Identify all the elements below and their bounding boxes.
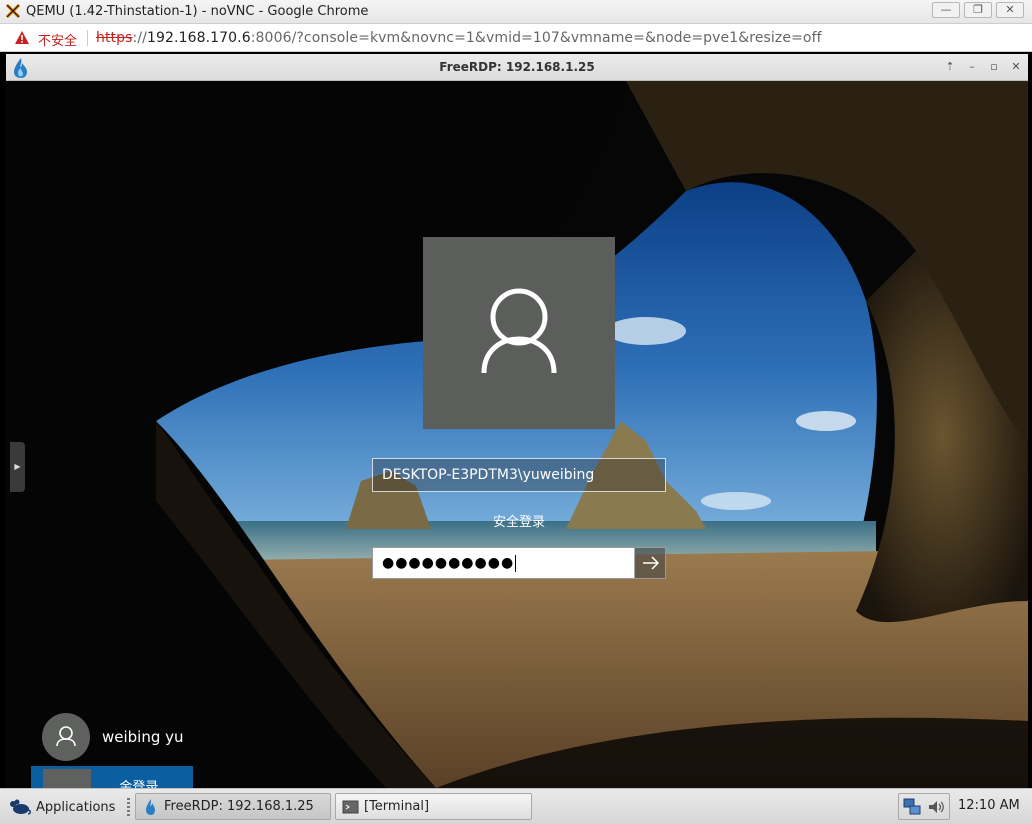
- username-display: DESKTOP-E3PDTM3\yuweibing: [372, 458, 666, 492]
- clock[interactable]: 12:10 AM: [958, 798, 1020, 813]
- password-input[interactable]: ●●●●●●●●●●: [373, 548, 634, 578]
- rdp-maximize-button[interactable]: ▫: [984, 58, 1004, 76]
- not-secure-label[interactable]: 不安全: [38, 30, 77, 49]
- user-avatar-small: [42, 713, 90, 761]
- sidebar-toggle[interactable]: ▶: [10, 442, 25, 492]
- freerdp-logo-icon: [146, 798, 155, 815]
- submit-button[interactable]: [634, 548, 665, 578]
- url-text[interactable]: https://192.168.170.6:8006/?console=kvm&…: [96, 30, 822, 46]
- user-avatar-large: [423, 237, 615, 429]
- browser-window-title: QEMU (1.42-Thinstation-1) - noVNC - Goog…: [26, 4, 369, 19]
- applications-menu-button[interactable]: Applications: [8, 795, 115, 819]
- text-caret: [515, 554, 517, 572]
- rdp-shade-button[interactable]: ⇡: [940, 58, 960, 76]
- address-divider: [87, 30, 88, 46]
- taskbar-item-label: FreeRDP: 192.168.1.25: [164, 799, 314, 814]
- applications-label: Applications: [36, 799, 116, 815]
- system-tray: [898, 793, 950, 820]
- x-window-icon: [6, 4, 20, 18]
- password-mask: ●●●●●●●●●●: [382, 555, 515, 571]
- user-icon: [481, 288, 557, 374]
- secure-sign-in-label: 安全登录: [492, 515, 545, 530]
- arrow-right-icon: [643, 556, 660, 570]
- url-scheme-separator: ://: [132, 30, 147, 46]
- rdp-minimize-button[interactable]: –: [962, 58, 982, 76]
- user-avatar-small: [43, 769, 91, 788]
- close-button[interactable]: ✕: [996, 2, 1024, 18]
- address-bar[interactable]: 不安全 https://192.168.170.6:8006/?console=…: [0, 24, 1032, 52]
- taskbar-item-freerdp[interactable]: FreeRDP: 192.168.1.25: [135, 793, 331, 820]
- password-group: ●●●●●●●●●●: [372, 547, 666, 579]
- rdp-close-button[interactable]: ✕: [1006, 58, 1026, 76]
- restore-button[interactable]: ❐: [964, 2, 992, 18]
- browser-titlebar[interactable]: QEMU (1.42-Thinstation-1) - noVNC - Goog…: [0, 0, 1032, 24]
- rdp-titlebar[interactable]: FreeRDP: 192.168.1.25 ⇡ – ▫ ✕: [6, 54, 1028, 81]
- user-icon: [56, 726, 76, 747]
- warning-icon[interactable]: [14, 30, 30, 45]
- remote-desktop[interactable]: ▶ DESKTOP-E3PDTM3\yuweibing 安全登录 ●●●●●●●…: [6, 81, 1028, 788]
- user-name: weibing yu: [102, 728, 184, 746]
- rdp-window-title: FreeRDP: 192.168.1.25: [439, 60, 595, 74]
- terminal-icon: [342, 800, 359, 813]
- mouse-logo-icon: [10, 799, 31, 815]
- network-icon[interactable]: [902, 797, 922, 817]
- taskbar-item-label: [Terminal]: [364, 799, 430, 814]
- user-tile-other[interactable]: ...金登录: [31, 766, 193, 788]
- taskbar-item-terminal[interactable]: [Terminal]: [335, 793, 532, 820]
- url-scheme: https: [96, 30, 133, 46]
- panel-grip[interactable]: [127, 798, 130, 816]
- user-name: ...金登录: [107, 780, 159, 788]
- volume-icon[interactable]: [926, 797, 946, 817]
- lockscreen-background: [6, 81, 1028, 788]
- user-tile-weibing[interactable]: weibing yu: [42, 712, 184, 762]
- url-path: :8006/?console=kvm&novnc=1&vmid=107&vmna…: [250, 30, 822, 46]
- taskbar: Applications FreeRDP: 192.168.1.25 [Term…: [0, 788, 1032, 824]
- url-host: 192.168.170.6: [147, 30, 251, 46]
- minimize-button[interactable]: —: [932, 2, 960, 18]
